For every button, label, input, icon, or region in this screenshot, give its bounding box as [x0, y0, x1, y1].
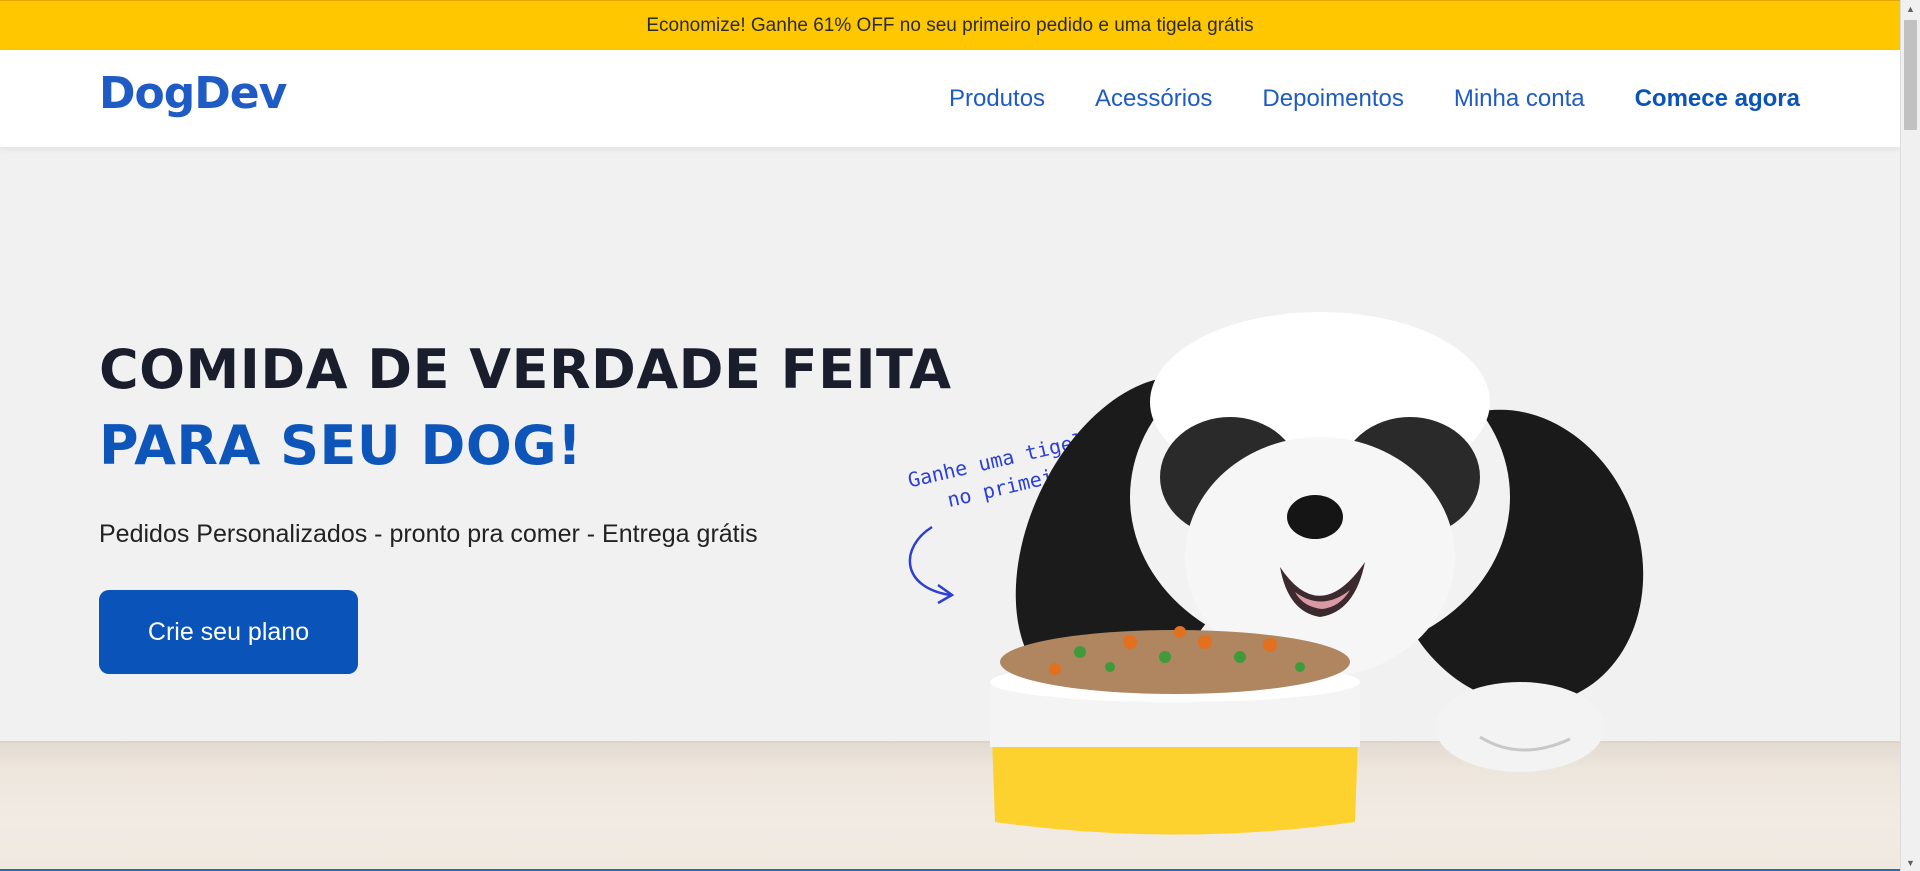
hero-title-line1: COMIDA DE VERDADE FEITA	[99, 338, 952, 401]
promo-banner: Economize! Ganhe 61% OFF no seu primeiro…	[0, 0, 1900, 50]
main-nav: Produtos Acessórios Depoimentos Minha co…	[899, 50, 1800, 147]
vertical-scrollbar[interactable]: ▲ ▼	[1900, 0, 1920, 871]
nav-link-produtos[interactable]: Produtos	[949, 85, 1045, 113]
hero-title: COMIDA DE VERDADE FEITA PARA SEU DOG!	[99, 332, 951, 484]
logo[interactable]: DogDev	[99, 68, 287, 119]
hero-subtitle: Pedidos Personalizados - pronto pra come…	[99, 520, 758, 548]
scroll-down-arrow-icon[interactable]: ▼	[1901, 854, 1920, 871]
nav-link-minha-conta[interactable]: Minha conta	[1454, 85, 1585, 113]
hero-title-line2: PARA SEU DOG!	[99, 414, 583, 477]
nav-link-comece-agora[interactable]: Comece agora	[1635, 85, 1800, 113]
scrollbar-thumb[interactable]	[1904, 20, 1917, 130]
create-plan-button[interactable]: Crie seu plano	[99, 590, 358, 674]
dog-with-bowl-illustration	[990, 312, 1644, 835]
page-viewport: Economize! Ganhe 61% OFF no seu primeiro…	[0, 0, 1900, 871]
scroll-up-arrow-icon[interactable]: ▲	[1901, 0, 1920, 17]
site-header: DogDev Produtos Acessórios Depoimentos M…	[0, 50, 1900, 147]
hero-section: COMIDA DE VERDADE FEITA PARA SEU DOG! Pe…	[0, 147, 1900, 871]
promo-banner-text: Economize! Ganhe 61% OFF no seu primeiro…	[646, 14, 1254, 36]
nav-link-acessorios[interactable]: Acessórios	[1095, 85, 1212, 113]
nav-link-depoimentos[interactable]: Depoimentos	[1262, 85, 1403, 113]
